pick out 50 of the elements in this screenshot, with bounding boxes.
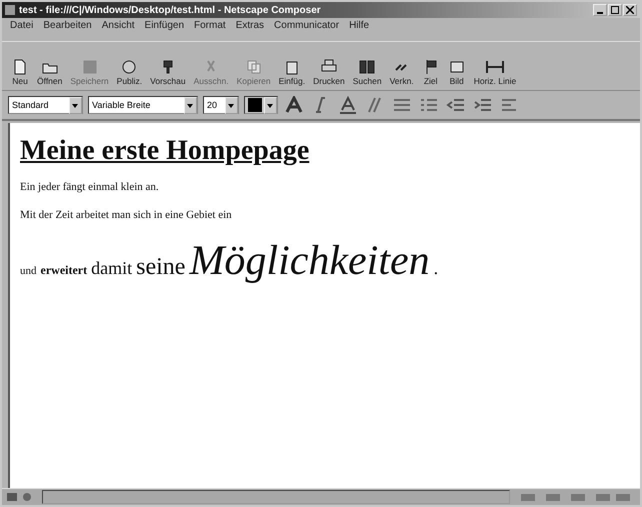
bullet-list-icon[interactable] — [391, 96, 413, 114]
text-run: Möglichkeiten — [189, 237, 430, 285]
toolbar-button[interactable]: Verkn. — [386, 58, 417, 86]
close-button[interactable] — [623, 4, 637, 16]
text-run: . — [434, 258, 438, 279]
page-heading: Meine erste Hompepage — [20, 135, 310, 167]
underline-icon[interactable] — [337, 96, 359, 114]
menu-item[interactable]: Datei — [10, 20, 34, 31]
menu-item[interactable]: Extras — [236, 20, 264, 31]
outdent-icon[interactable] — [445, 96, 467, 114]
text-run: seine — [136, 254, 186, 281]
toolbar-button[interactable]: Bild — [444, 58, 469, 86]
toolbar-button[interactable]: Horiz. Linie — [470, 58, 520, 86]
menu-item[interactable]: Format — [194, 20, 226, 31]
close-icon — [626, 6, 634, 14]
menu-item[interactable]: Hilfe — [349, 20, 370, 31]
window-title: test - file:///C|/Windows/Desktop/test.html - Netscape Composer — [19, 4, 322, 16]
toolbar-button[interactable]: Ziel — [418, 58, 443, 86]
menu-item[interactable]: Ansicht — [102, 20, 135, 31]
toolbar-button[interactable]: Öffnen — [34, 58, 66, 86]
maximize-button[interactable] — [608, 4, 622, 16]
text-run: und — [20, 265, 36, 277]
toolbar-button[interactable]: Drucken — [310, 58, 348, 86]
toolbar-button[interactable]: Einfüg. — [276, 58, 308, 86]
menu-item[interactable]: Communicator — [274, 20, 340, 31]
menu-item[interactable]: Bearbeiten — [43, 20, 92, 31]
toolbar-button[interactable]: Suchen — [350, 58, 385, 86]
paragraph-style-dropdown[interactable]: Standard — [8, 96, 83, 114]
binoculars-icon — [358, 58, 376, 76]
bold-icon[interactable] — [283, 96, 305, 114]
text-run: Ein jeder fängt einmal klein an. — [20, 181, 159, 193]
document-area[interactable]: Meine erste Hompepage Ein jeder fängt einmal klein an. Mit der Zeit arbeitet man sich in eine Gebiet ein und erweitert damit seineMöglichkeiten. — [8, 123, 640, 488]
text-run: damit — [91, 258, 132, 279]
font-dropdown[interactable]: Variable Breite — [88, 96, 198, 114]
minimize-button[interactable] — [593, 4, 607, 16]
globe-icon — [120, 58, 138, 76]
font-size-dropdown[interactable]: 20 — [203, 96, 239, 114]
menu-item[interactable]: Einfügen — [144, 20, 184, 31]
line-icon — [486, 58, 504, 76]
toolbar-button[interactable]: Neu — [8, 58, 32, 86]
text-run: Mit der Zeit arbeitet man sich in eine Gebiet ein — [20, 209, 232, 221]
toolbar-button[interactable]: Publiz. — [114, 58, 146, 86]
text-color-dropdown[interactable] — [244, 96, 278, 114]
text-run: erweitert — [40, 263, 88, 278]
numbered-list-icon[interactable] — [418, 96, 440, 114]
copy-icon — [244, 58, 263, 76]
toolbar-button[interactable]: Vorschau — [147, 58, 189, 86]
app-icon — [5, 5, 15, 15]
maximize-icon — [611, 6, 619, 14]
indent-icon[interactable] — [472, 96, 494, 114]
